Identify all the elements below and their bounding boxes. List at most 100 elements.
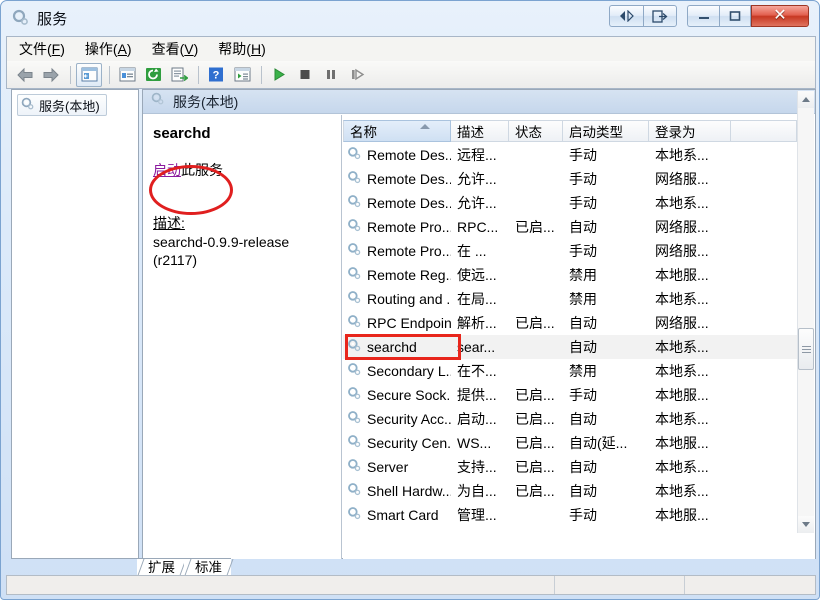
status-bar bbox=[6, 575, 816, 595]
cell-desc: 允许... bbox=[457, 195, 497, 211]
show-action-pane-button[interactable] bbox=[230, 64, 254, 86]
cell-name: Server bbox=[343, 458, 451, 476]
pause-service-button[interactable] bbox=[319, 64, 343, 86]
cell-logon: 网络服... bbox=[655, 171, 709, 187]
cell-status: 已启... bbox=[515, 459, 555, 475]
list-vertical-scrollbar[interactable] bbox=[797, 91, 814, 533]
services-gear-icon bbox=[347, 218, 362, 236]
cell-name: Remote Des... bbox=[343, 170, 451, 188]
properties-button[interactable] bbox=[115, 64, 139, 86]
menu-item-action[interactable]: 操作(A) bbox=[77, 37, 140, 61]
cell-desc: RPC... bbox=[457, 219, 499, 235]
table-row[interactable]: Secure Sock... 提供... 已启... 手动 本地服... bbox=[343, 383, 798, 407]
cell-logon: 本地服... bbox=[655, 267, 709, 283]
cell-name-label: Remote Des... bbox=[367, 195, 451, 211]
minimize-button[interactable] bbox=[687, 5, 719, 27]
menu-item-view[interactable]: 查看(V) bbox=[144, 37, 207, 61]
column-header-status[interactable]: 状态 bbox=[509, 120, 563, 142]
cell-logon: 本地系... bbox=[655, 291, 709, 307]
content-area: 服务(本地) 服务(本地) searchd 启动此服务 描述: searchd-… bbox=[6, 89, 816, 559]
services-gear-icon bbox=[21, 97, 35, 114]
scrollbar-thumb[interactable] bbox=[798, 328, 814, 370]
cell-starttype: 禁用 bbox=[569, 267, 597, 283]
table-row[interactable]: Smart Card 管理... 手动 本地服... bbox=[343, 503, 798, 527]
start-service-link[interactable]: 启动 bbox=[153, 162, 181, 178]
toolbar-separator bbox=[261, 65, 262, 84]
table-row[interactable]: Remote Pro... 在 ... 手动 网络服... bbox=[343, 239, 798, 263]
tree-item-services-local[interactable]: 服务(本地) bbox=[17, 94, 107, 116]
cell-status: 已启... bbox=[515, 483, 555, 499]
table-row[interactable]: Routing and ... 在局... 禁用 本地系... bbox=[343, 287, 798, 311]
cell-starttype: 禁用 bbox=[569, 363, 597, 379]
table-row[interactable]: Remote Des... 允许... 手动 本地系... bbox=[343, 191, 798, 215]
close-button[interactable]: ✕ bbox=[751, 5, 809, 27]
results-pane: 服务(本地) searchd 启动此服务 描述: searchd-0.9.9-r… bbox=[142, 89, 816, 559]
cell-name-label: Remote Des... bbox=[367, 147, 451, 163]
scroll-down-button[interactable] bbox=[798, 516, 814, 533]
cell-desc: 在局... bbox=[457, 291, 497, 307]
cell-name-label: Shell Hardw... bbox=[367, 483, 451, 499]
detail-description-label: 描述: bbox=[153, 215, 185, 231]
show-hide-tree-button[interactable] bbox=[76, 62, 102, 87]
back-button[interactable] bbox=[13, 64, 37, 86]
column-header-starttype[interactable]: 启动类型 bbox=[563, 120, 649, 142]
table-row[interactable]: Remote Des... 允许... 手动 网络服... bbox=[343, 167, 798, 191]
view-tabs: 扩展 标准 bbox=[137, 557, 337, 577]
menu-item-help[interactable]: 帮助(H) bbox=[210, 37, 273, 61]
table-row[interactable]: Remote Des... 远程... 手动 本地系... bbox=[343, 143, 798, 167]
popout-button[interactable] bbox=[643, 5, 677, 27]
services-list: 名称 描述 状态 启动类型 登录为 Remote Des... 远程... 手动 本地系...… bbox=[343, 115, 815, 559]
table-row[interactable]: RPC Endpoin... 解析... 已启... 自动 网络服... bbox=[343, 311, 798, 335]
cell-name: Remote Pro... bbox=[343, 218, 451, 236]
cell-starttype: 手动 bbox=[569, 171, 597, 187]
start-service-button[interactable] bbox=[267, 64, 291, 86]
cell-status: 已启... bbox=[515, 435, 555, 451]
table-row[interactable]: searchd sear... 自动 本地系... bbox=[343, 335, 798, 359]
cell-name: Secure Sock... bbox=[343, 386, 451, 404]
restart-service-button[interactable] bbox=[345, 64, 369, 86]
refresh-button[interactable] bbox=[141, 64, 165, 86]
cell-desc: 在 ... bbox=[457, 243, 487, 259]
nav-arrows-button[interactable] bbox=[609, 5, 643, 27]
column-header-desc[interactable]: 描述 bbox=[451, 120, 509, 142]
cell-starttype: 手动 bbox=[569, 243, 597, 259]
cell-status: 已启... bbox=[515, 219, 555, 235]
scroll-up-button[interactable] bbox=[798, 91, 814, 108]
svg-text:?: ? bbox=[213, 70, 220, 82]
table-row[interactable]: Remote Reg... 使远... 禁用 本地服... bbox=[343, 263, 798, 287]
cell-logon: 网络服... bbox=[655, 315, 709, 331]
cell-logon: 网络服... bbox=[655, 219, 709, 235]
column-header-extra[interactable] bbox=[731, 120, 797, 142]
column-header-label: 描述 bbox=[457, 125, 484, 140]
cell-name-label: Secondary L... bbox=[367, 363, 451, 379]
detail-description-block: 描述: searchd-0.9.9-release (r2117) bbox=[153, 214, 335, 269]
cell-logon: 本地系... bbox=[655, 195, 709, 211]
services-gear-icon bbox=[12, 9, 30, 27]
help-button[interactable]: ? bbox=[204, 64, 228, 86]
column-header-label: 登录为 bbox=[655, 125, 696, 140]
table-row[interactable]: Secondary L... 在不... 禁用 本地系... bbox=[343, 359, 798, 383]
menu-item-file[interactable]: 文件(F) bbox=[11, 37, 73, 61]
table-row[interactable]: Remote Pro... RPC... 已启... 自动 网络服... bbox=[343, 215, 798, 239]
cell-name: Remote Des... bbox=[343, 194, 451, 212]
table-row[interactable]: Shell Hardw... 为自... 已启... 自动 本地系... bbox=[343, 479, 798, 503]
cell-desc: 为自... bbox=[457, 483, 497, 499]
cell-name-label: Remote Reg... bbox=[367, 267, 451, 283]
cell-name: Routing and ... bbox=[343, 290, 451, 308]
cell-starttype: 自动 bbox=[569, 459, 597, 475]
export-button[interactable] bbox=[167, 64, 191, 86]
cell-desc: 允许... bbox=[457, 171, 497, 187]
forward-button[interactable] bbox=[39, 64, 63, 86]
stop-service-button[interactable] bbox=[293, 64, 317, 86]
services-gear-icon bbox=[347, 482, 362, 500]
results-pane-header: 服务(本地) bbox=[143, 90, 815, 114]
services-gear-icon bbox=[347, 362, 362, 380]
table-row[interactable]: Security Cen... WS... 已启... 自动(延... 本地服... bbox=[343, 431, 798, 455]
column-header-logon[interactable]: 登录为 bbox=[649, 120, 731, 142]
table-row[interactable]: Server 支持... 已启... 自动 本地系... bbox=[343, 455, 798, 479]
cell-desc: WS... bbox=[457, 435, 492, 451]
maximize-button[interactable] bbox=[719, 5, 751, 27]
column-header-name[interactable]: 名称 bbox=[343, 120, 451, 142]
services-window: 服务 ✕ 文件(F) 操作(A) 查看(V) 帮助(H) ? 服务(本地) 服务… bbox=[0, 0, 820, 600]
table-row[interactable]: Security Acc... 启动... 已启... 自动 本地系... bbox=[343, 407, 798, 431]
